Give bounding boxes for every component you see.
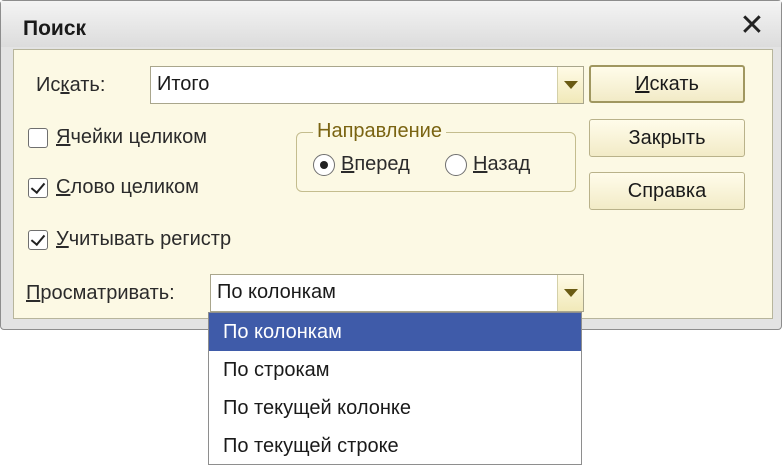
search-label: Искать: — [36, 74, 106, 96]
dialog-title: Поиск — [23, 17, 87, 40]
close-button[interactable]: Закрыть — [589, 119, 745, 157]
chevron-down-icon[interactable] — [557, 275, 583, 311]
match-case-label: Учитывать регистр — [56, 228, 232, 250]
title-bar: Поиск ✕ — [1, 1, 781, 47]
match-case-checkbox[interactable] — [28, 230, 48, 250]
browse-value: По колонкам — [217, 281, 336, 303]
search-value: Итого — [157, 73, 210, 95]
dropdown-option[interactable]: По текущей колонке — [209, 389, 581, 427]
search-input[interactable]: Итого — [150, 66, 584, 104]
direction-title: Направление — [313, 120, 446, 143]
chevron-down-icon[interactable] — [557, 67, 583, 103]
close-icon[interactable]: ✕ — [735, 9, 769, 43]
dropdown-option[interactable]: По колонкам — [209, 313, 581, 351]
browse-label: Просматривать: — [26, 282, 175, 304]
direction-group: Направление Вперед Назад — [296, 120, 576, 192]
forward-radio[interactable] — [313, 154, 335, 176]
find-button[interactable]: Искать — [589, 65, 745, 103]
whole-word-label: Слово целиком — [56, 176, 199, 198]
search-dialog: Поиск ✕ Искать: Итого Ячейки целиком Сло… — [0, 0, 782, 330]
browse-select[interactable]: По колонкам — [210, 274, 584, 312]
dropdown-option[interactable]: По текущей строке — [209, 427, 581, 465]
backward-radio[interactable] — [445, 154, 467, 176]
forward-label: Вперед — [341, 153, 410, 175]
help-button[interactable]: Справка — [589, 172, 745, 210]
backward-label: Назад — [473, 153, 531, 175]
dropdown-option[interactable]: По строкам — [209, 351, 581, 389]
browse-dropdown-list: По колонкам По строкам По текущей колонк… — [208, 312, 582, 465]
whole-cell-label: Ячейки целиком — [56, 126, 208, 148]
whole-word-checkbox[interactable] — [28, 178, 48, 198]
whole-cell-checkbox[interactable] — [28, 128, 48, 148]
